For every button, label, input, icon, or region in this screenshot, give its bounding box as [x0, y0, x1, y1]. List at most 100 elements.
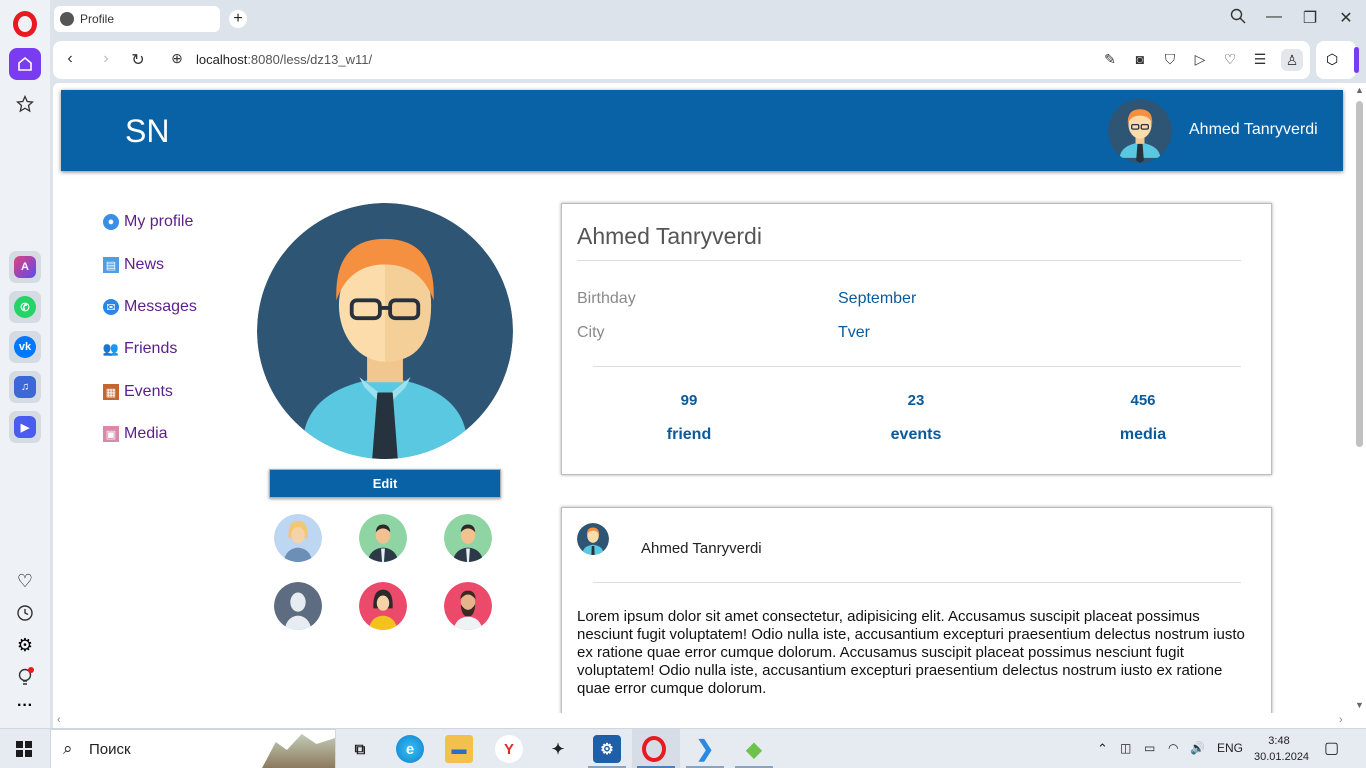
vscode-icon[interactable]: ❯	[691, 735, 719, 763]
yandex-browser-icon[interactable]: Y	[495, 735, 523, 763]
wifi-icon[interactable]: ◠	[1168, 741, 1178, 755]
friends-count[interactable]: 99	[639, 392, 739, 409]
media-count[interactable]: 456	[1093, 392, 1193, 409]
opera-logo-icon[interactable]	[13, 11, 37, 37]
file-explorer-icon[interactable]: ▬	[445, 735, 473, 763]
new-tab-button[interactable]: +	[229, 10, 247, 28]
aria-app-icon[interactable]: A	[9, 251, 41, 283]
menu-label: My profile	[124, 213, 194, 230]
site-logo[interactable]: SN	[125, 113, 169, 150]
page-viewport: SN Ahmed Tanryverdi ● My profile ▤ News …	[53, 83, 1366, 728]
scrollbar-thumb[interactable]	[1356, 101, 1363, 447]
globe-icon	[60, 12, 74, 26]
friend-avatar[interactable]	[359, 514, 407, 562]
back-icon[interactable]: ‹	[61, 50, 79, 68]
scroll-down-icon[interactable]: ▼	[1355, 700, 1364, 710]
sidebar-indicator	[1354, 47, 1359, 73]
scroll-up-icon[interactable]: ▲	[1355, 85, 1364, 95]
clock-time: 3:48	[1268, 735, 1290, 747]
vertical-scrollbar[interactable]: ▲ ▼	[1353, 83, 1366, 713]
shield-icon[interactable]: ⛉	[1161, 51, 1179, 68]
calendar-icon: ▦	[103, 384, 119, 400]
gear-icon[interactable]: ⚙	[9, 629, 41, 661]
star-icon[interactable]	[9, 88, 41, 120]
search-tabs-icon[interactable]	[1226, 8, 1250, 29]
profile-photo	[257, 203, 513, 459]
menu-item-news[interactable]: ▤ News	[103, 256, 164, 274]
city-label: City	[577, 324, 605, 341]
profile-icon[interactable]: ♙	[1281, 49, 1303, 71]
lightbulb-icon[interactable]	[9, 661, 41, 693]
heart-icon[interactable]: ♡	[9, 565, 41, 597]
menu-item-messages[interactable]: ✉ Messages	[103, 298, 197, 316]
friend-avatar[interactable]	[444, 582, 492, 630]
task-view-icon[interactable]: ⧉	[346, 735, 374, 763]
menu-lines-icon[interactable]: ☰	[1251, 51, 1269, 68]
clock[interactable]: 3:48 30.01.2024	[1254, 733, 1310, 765]
profile-info-card: Ahmed Tanryverdi Birthday September City…	[561, 203, 1272, 475]
app-diamond-icon[interactable]: ◆	[740, 735, 768, 763]
volume-icon[interactable]: 🔊	[1190, 741, 1205, 755]
post-card: Ahmed Tanryverdi Lorem ipsum dolor sit a…	[561, 507, 1272, 728]
friend-avatar[interactable]	[274, 582, 322, 630]
close-icon[interactable]: ✕	[1334, 8, 1358, 28]
network-status-icon[interactable]: ◫	[1120, 741, 1131, 755]
post-text: Lorem ipsum dolor sit amet consectetur, …	[577, 608, 1245, 697]
menu-item-friends[interactable]: 👥 Friends	[103, 340, 177, 358]
url-field[interactable]: localhost:8080/less/dz13_w11/	[196, 52, 372, 67]
post-author-avatar[interactable]	[577, 523, 609, 555]
menu-item-events[interactable]: ▦ Events	[103, 383, 173, 401]
friend-avatar[interactable]	[274, 514, 322, 562]
opera-taskbar-icon[interactable]	[642, 736, 666, 762]
windows-taskbar: ⌕ Поиск ⧉ e ▬ Y ✦ ⚙ ❯ ◆ ⌃ ◫ ▭ ◠ 🔊 ENG 3:…	[0, 728, 1366, 768]
send-icon[interactable]: ▷	[1191, 51, 1209, 68]
horizontal-scrollbar[interactable]: ‹ ›	[53, 713, 1353, 728]
reload-icon[interactable]: ↻	[129, 50, 147, 70]
chevron-up-icon[interactable]: ⌃	[1097, 741, 1108, 757]
music-player-icon[interactable]: ♫	[9, 371, 41, 403]
friend-avatar[interactable]	[444, 514, 492, 562]
menu-item-media[interactable]: ▣ Media	[103, 425, 168, 443]
restore-icon[interactable]: ❐	[1298, 8, 1322, 28]
language-indicator[interactable]: ENG	[1217, 741, 1243, 755]
cube-icon: ⬡	[1326, 51, 1339, 67]
browser-tab[interactable]: Profile	[54, 6, 220, 32]
forward-icon[interactable]: ›	[97, 50, 115, 68]
extensions-box[interactable]: ⬡	[1316, 41, 1356, 79]
whatsapp-icon[interactable]: ✆	[9, 291, 41, 323]
header-avatar[interactable]	[1108, 99, 1172, 163]
notifications-icon[interactable]: ▢	[1324, 738, 1339, 758]
clock-date: 30.01.2024	[1254, 751, 1310, 763]
minimize-icon[interactable]: —	[1262, 8, 1286, 26]
post-author-name[interactable]: Ahmed Tanryverdi	[641, 540, 762, 557]
menu-item-my-profile[interactable]: ● My profile	[103, 213, 193, 231]
taskbar-search[interactable]: ⌕ Поиск	[50, 729, 336, 768]
user-circle-icon: ●	[103, 214, 119, 230]
windows-start-icon[interactable]	[16, 741, 32, 757]
scroll-right-icon[interactable]: ›	[1339, 714, 1343, 726]
friends-label[interactable]: friend	[639, 426, 739, 444]
birthday-label: Birthday	[577, 290, 636, 307]
more-icon[interactable]: ···	[9, 690, 41, 722]
friend-avatar[interactable]	[359, 582, 407, 630]
site-info-icon[interactable]: ⊕	[168, 50, 186, 67]
player-icon[interactable]: ▶	[9, 411, 41, 443]
camera-icon[interactable]: ◙	[1131, 51, 1149, 67]
header-user-name[interactable]: Ahmed Tanryverdi	[1189, 121, 1318, 139]
edit-icon[interactable]: ✎	[1101, 51, 1119, 68]
bookmark-heart-icon[interactable]: ♡	[1221, 51, 1239, 68]
edge-icon[interactable]: e	[396, 735, 424, 763]
app-settings-icon[interactable]: ⚙	[593, 735, 621, 763]
media-label[interactable]: media	[1093, 426, 1193, 444]
vk-icon[interactable]: vk	[9, 331, 41, 363]
counter-strike-icon[interactable]: ✦	[544, 735, 572, 763]
events-label[interactable]: events	[866, 426, 966, 444]
battery-icon[interactable]: ▭	[1144, 741, 1155, 755]
events-count[interactable]: 23	[866, 392, 966, 409]
people-icon: 👥	[102, 341, 120, 356]
history-icon[interactable]	[9, 597, 41, 629]
scroll-left-icon[interactable]: ‹	[57, 714, 61, 726]
site-header: SN Ahmed Tanryverdi	[61, 90, 1343, 171]
home-icon[interactable]	[9, 48, 41, 80]
edit-button[interactable]: Edit	[269, 469, 501, 498]
